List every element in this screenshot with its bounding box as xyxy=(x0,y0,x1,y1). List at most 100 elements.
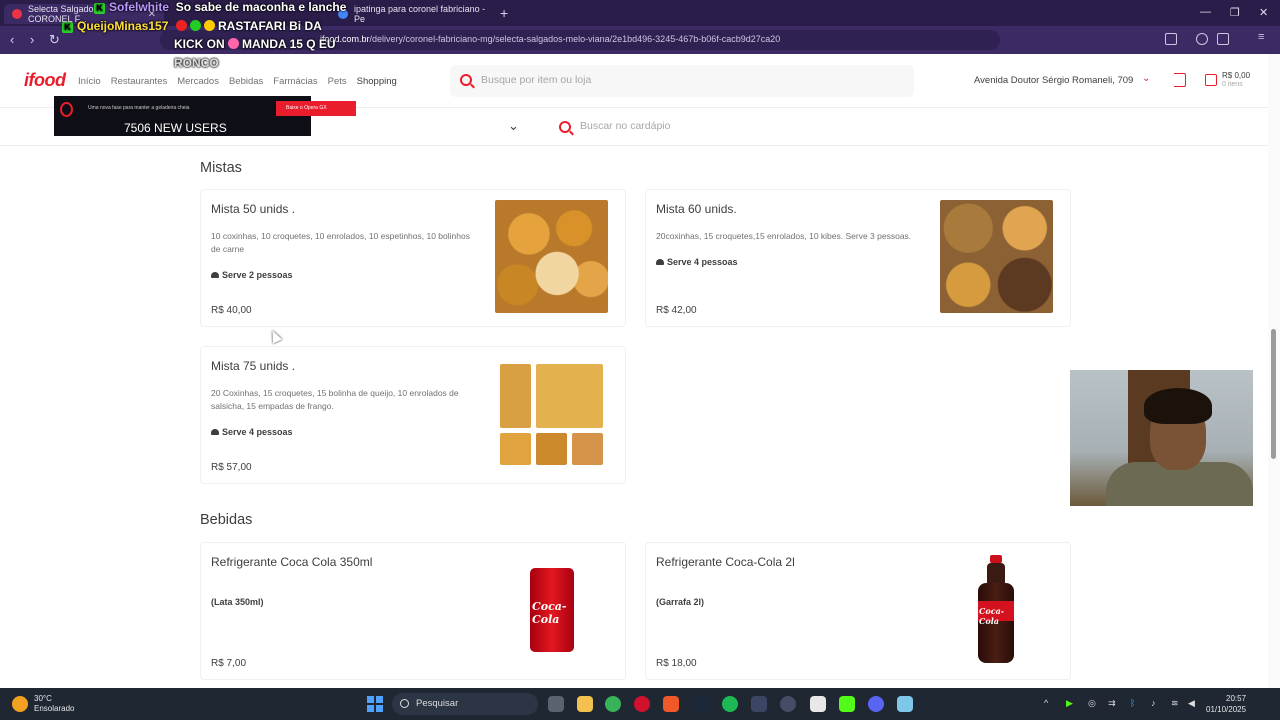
notes-icon[interactable] xyxy=(897,696,913,712)
item-price: R$ 40,00 xyxy=(211,305,252,316)
chat-line-4: RONCO xyxy=(174,56,219,70)
chevron-down-icon[interactable]: ⌄ xyxy=(508,118,519,134)
search-placeholder: Busque por item ou loja xyxy=(481,74,592,86)
tab-ipatinga[interactable]: ipatinga para coronel fabriciano - Pe xyxy=(330,4,495,24)
show-hidden-icons[interactable]: ^ xyxy=(1044,698,1048,708)
notepad-icon[interactable] xyxy=(810,696,826,712)
opera-gx-ad[interactable]: Uma nova fase para manter a geladeira ch… xyxy=(54,96,356,136)
item-description: 10 coxinhas, 10 croquetes, 10 enrolados,… xyxy=(211,231,470,254)
item-description: 20 Coxinhas, 15 croquetes, 15 bolinha de… xyxy=(211,388,459,411)
close-window-icon[interactable]: ✕ xyxy=(1259,6,1268,19)
menu-item-card[interactable]: Mista 50 unids . 10 coxinhas, 10 croquet… xyxy=(200,189,626,327)
item-name: Mista 50 unids . xyxy=(211,202,296,216)
spotify-icon[interactable] xyxy=(722,696,738,712)
nav-shopping[interactable]: Shopping xyxy=(357,76,397,87)
kick-tray-icon[interactable]: ▶ xyxy=(1066,698,1073,709)
bluetooth-icon[interactable]: ᛒ xyxy=(1130,698,1135,708)
nav-restaurantes[interactable]: Restaurantes xyxy=(111,76,168,87)
nav-mercados[interactable]: Mercados xyxy=(177,76,219,87)
bag-icon[interactable] xyxy=(1205,74,1217,86)
menu-item-card[interactable]: Mista 60 unids. 20coxinhas, 15 croquetes… xyxy=(645,189,1071,327)
page-scrollbar[interactable] xyxy=(1268,54,1280,688)
maximize-icon[interactable]: ❐ xyxy=(1230,6,1240,19)
tray-app-icon[interactable]: ◎ xyxy=(1088,698,1096,709)
webcam-overlay xyxy=(1070,370,1253,506)
music-icon[interactable] xyxy=(1196,33,1208,45)
discord-icon[interactable] xyxy=(868,696,884,712)
yellow-dot-icon xyxy=(204,20,215,31)
back-icon[interactable]: ‹ xyxy=(10,32,14,47)
item-price: R$ 42,00 xyxy=(656,305,697,316)
system-clock[interactable]: 20:57 01/10/2025 xyxy=(1206,693,1246,715)
nav-pets[interactable]: Pets xyxy=(328,76,347,87)
menu-search-input[interactable]: Buscar no cardápio xyxy=(549,112,1069,142)
windows-taskbar: 30°C Ensolarado Pesquisar ^ ▶ ◎ ⇉ ᛒ ♪ ≋ ◀… xyxy=(0,688,1280,720)
chat-line-1: K Sofelwhite So sabe de maconha e lanche xyxy=(94,0,346,14)
item-price: R$ 57,00 xyxy=(211,462,252,473)
item-price: R$ 18,00 xyxy=(656,658,697,669)
opera-logo-icon xyxy=(60,102,73,117)
windows-start-icon[interactable] xyxy=(367,696,383,712)
volume-icon[interactable]: ◀ xyxy=(1188,698,1195,709)
kick-badge-icon: K xyxy=(62,22,73,33)
menu-item-card[interactable]: Refrigerante Coca-Cola 2l (Garrafa 2l) R… xyxy=(645,542,1071,680)
chat-line-2b: RASTAFARI Bi DA xyxy=(176,19,322,33)
menu-icon[interactable]: ≡ xyxy=(1258,31,1270,43)
green-dot-icon xyxy=(190,20,201,31)
microphone-icon[interactable]: ♪ xyxy=(1151,698,1156,708)
item-photo xyxy=(940,200,1053,313)
menu-item-card[interactable]: Mista 75 unids . 20 Coxinhas, 15 croquet… xyxy=(200,346,626,484)
item-description: (Garrafa 2l) xyxy=(656,597,705,607)
tray-app-icon[interactable]: ⇉ xyxy=(1108,698,1116,709)
minimize-icon[interactable]: — xyxy=(1200,6,1211,18)
file-explorer-icon[interactable] xyxy=(577,696,593,712)
ifood-favicon-icon xyxy=(12,9,22,19)
temperature: 30°C xyxy=(34,694,52,703)
item-description: (Lata 350ml) xyxy=(211,597,264,607)
weather-status: Ensolarado xyxy=(34,704,75,713)
people-icon xyxy=(656,259,664,265)
scrollbar-thumb[interactable] xyxy=(1271,329,1276,459)
wifi-icon[interactable]: ≋ xyxy=(1171,698,1179,709)
item-name: Mista 75 unids . xyxy=(211,359,296,373)
ifood-logo[interactable]: ifood xyxy=(24,70,66,91)
item-photo xyxy=(495,357,608,470)
obs-icon[interactable] xyxy=(751,696,767,712)
weather-widget[interactable]: 30°C Ensolarado xyxy=(12,694,74,714)
opera-gx-icon[interactable] xyxy=(634,696,650,712)
steam-icon[interactable] xyxy=(692,696,708,712)
screenshot-icon[interactable] xyxy=(1165,33,1177,45)
red-dot-icon xyxy=(176,20,187,31)
login-icon[interactable] xyxy=(1174,73,1186,87)
chevron-down-icon[interactable]: ⌄ xyxy=(1142,73,1150,84)
item-serves: Serve 4 pessoas xyxy=(211,427,293,437)
item-serves: Serve 2 pessoas xyxy=(211,270,293,280)
forward-icon[interactable]: › xyxy=(30,32,34,47)
item-name: Refrigerante Coca-Cola 2l xyxy=(656,555,795,569)
chrome-icon[interactable] xyxy=(605,696,621,712)
item-name: Refrigerante Coca Cola 350ml xyxy=(211,555,373,569)
nav-inicio[interactable]: Início xyxy=(78,76,101,87)
cart-total[interactable]: R$ 0,00 xyxy=(1222,71,1250,80)
menu-search-placeholder: Buscar no cardápio xyxy=(580,120,671,132)
taskbar-search[interactable]: Pesquisar xyxy=(392,693,538,715)
sidebar-icon[interactable] xyxy=(1217,33,1229,45)
main-nav: Início Restaurantes Mercados Bebidas Far… xyxy=(78,76,397,87)
ad-button[interactable]: Baixe o Opera GX xyxy=(276,101,356,116)
people-icon xyxy=(211,429,219,435)
reload-icon[interactable]: ↻ xyxy=(49,32,60,48)
nav-bebidas[interactable]: Bebidas xyxy=(229,76,263,87)
item-description: 20coxinhas, 15 croquetes,15 enrolados, 1… xyxy=(656,231,912,241)
coke-can-icon: Coca-Cola xyxy=(530,568,574,652)
task-view-icon[interactable] xyxy=(548,696,564,712)
menu-item-card[interactable]: Refrigerante Coca Cola 350ml (Lata 350ml… xyxy=(200,542,626,680)
kick-icon[interactable] xyxy=(839,696,855,712)
app-icon[interactable] xyxy=(780,696,796,712)
item-photo xyxy=(495,200,608,313)
search-input[interactable]: Busque por item ou loja xyxy=(450,65,914,97)
brave-icon[interactable] xyxy=(663,696,679,712)
nav-farmacias[interactable]: Farmácias xyxy=(273,76,317,87)
new-tab-button[interactable]: + xyxy=(500,5,508,21)
delivery-address[interactable]: Avenida Doutor Sérgio Romaneli, 709 xyxy=(974,75,1133,86)
ad-text: Uma nova fase para manter a geladeira ch… xyxy=(88,105,190,111)
